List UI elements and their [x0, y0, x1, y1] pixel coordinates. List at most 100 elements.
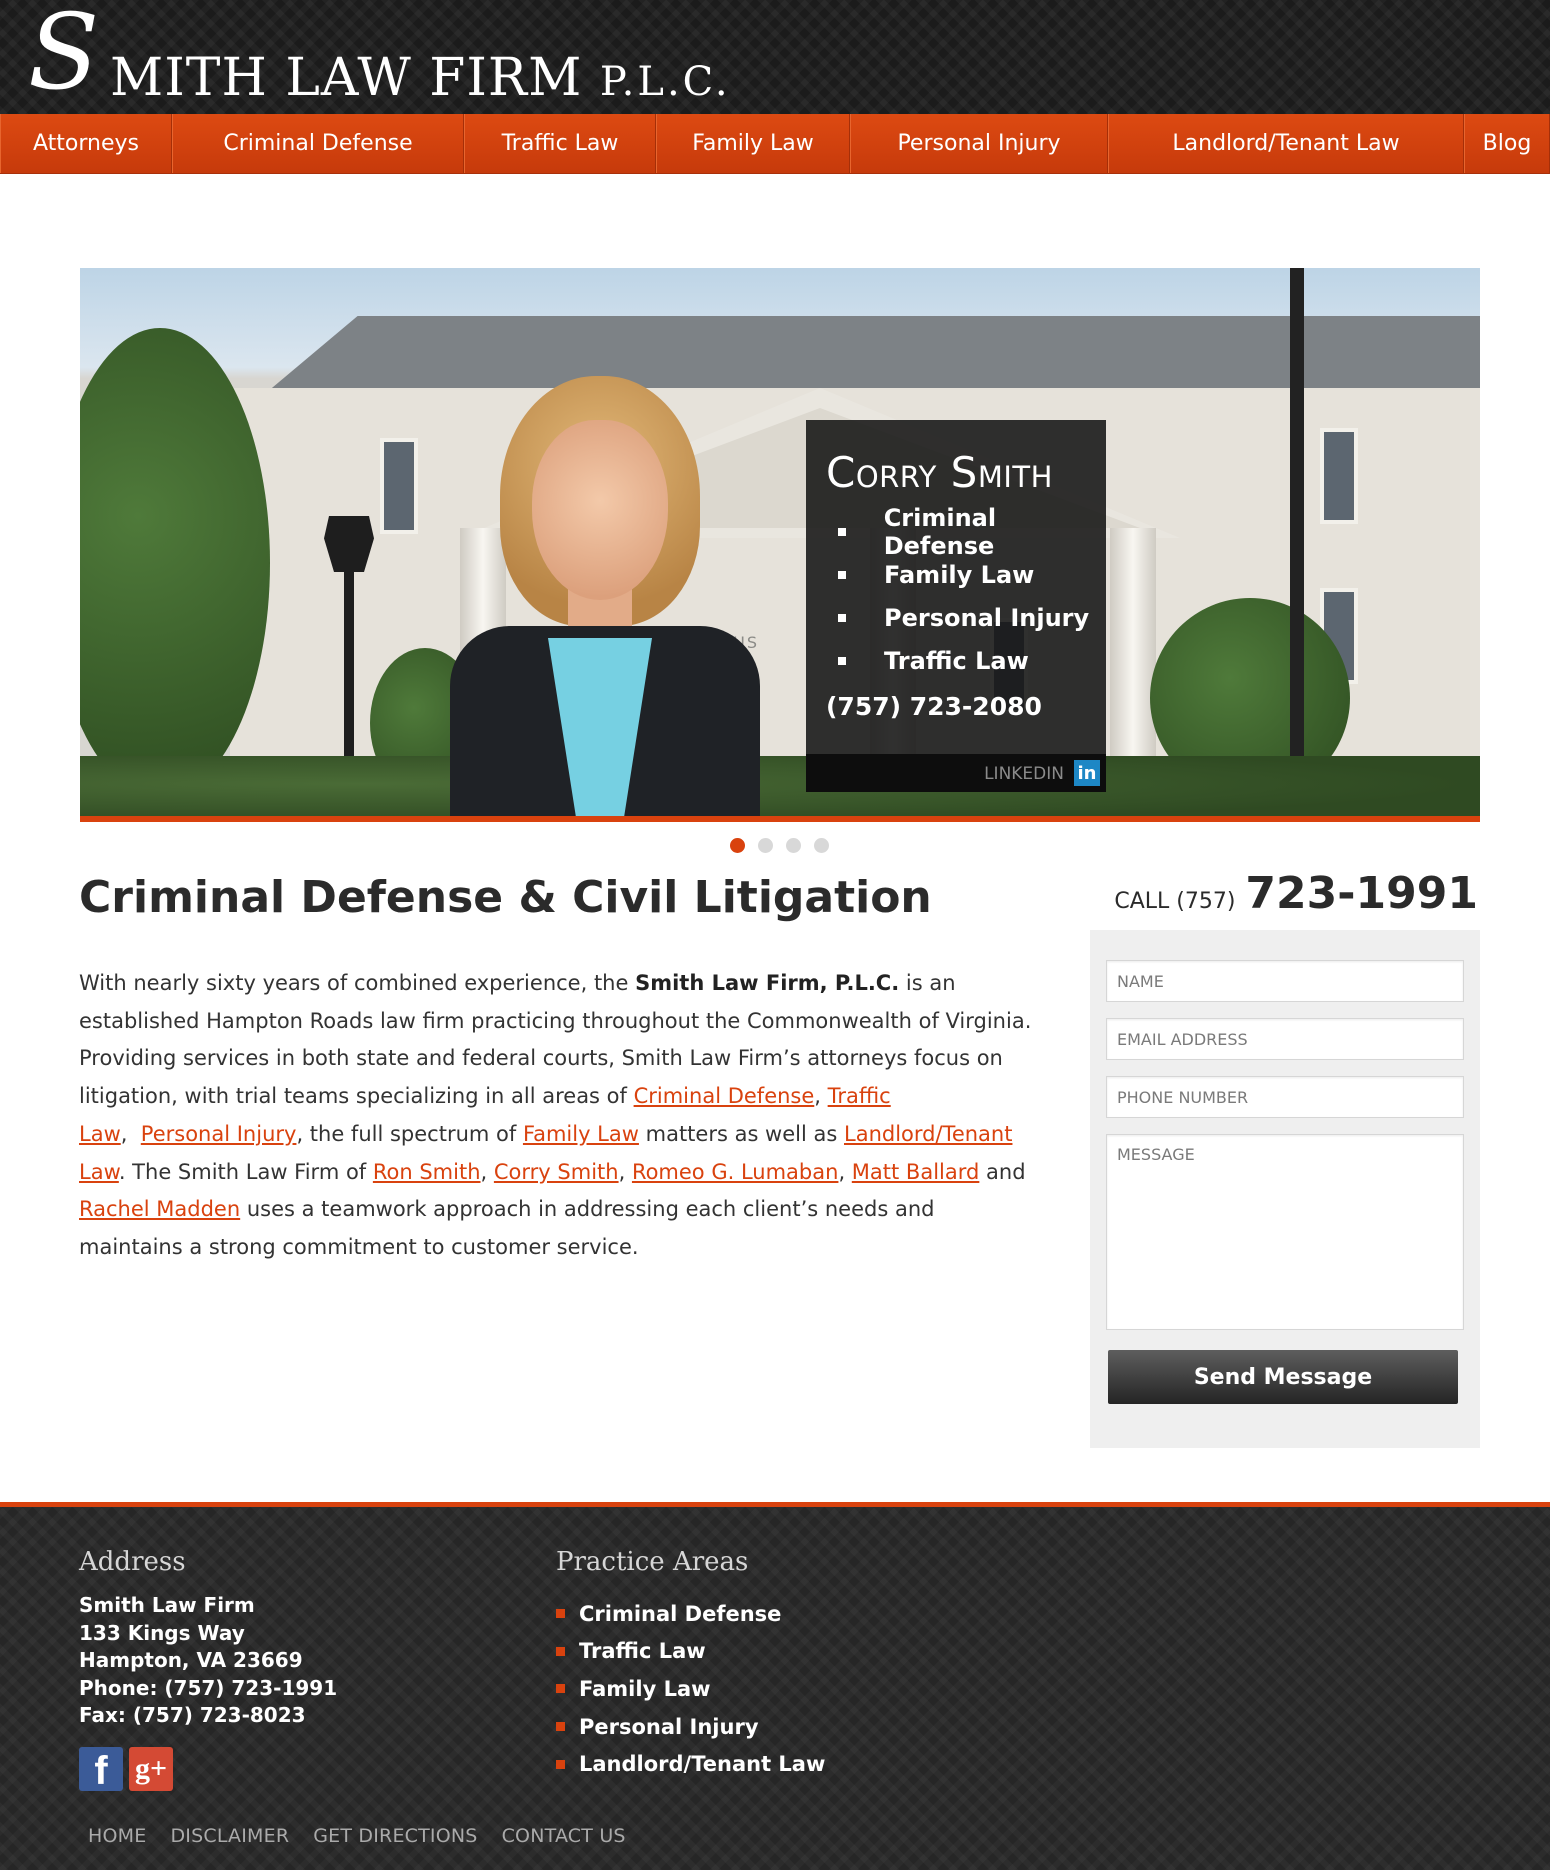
practice-label: Criminal Defense: [883, 503, 997, 560]
phone-field[interactable]: [1106, 1076, 1464, 1118]
copy-text: , the full spectrum of: [296, 1121, 523, 1146]
slider-dot[interactable]: [786, 838, 801, 853]
linkedin-icon[interactable]: in: [1074, 760, 1100, 786]
address-line: Smith Law Firm: [79, 1593, 255, 1617]
list-item: Traffic Law: [838, 639, 1106, 682]
address-line: 133 Kings Way: [79, 1620, 245, 1645]
attorney-photo: [440, 376, 770, 820]
utility-pole: [1290, 268, 1304, 820]
linkedin-label[interactable]: LINKEDIN: [984, 764, 1064, 784]
address-heading: Address: [79, 1547, 186, 1577]
slider-dots: [730, 838, 829, 853]
name-field[interactable]: [1106, 960, 1464, 1002]
practice-area-link[interactable]: Family Law: [579, 1677, 711, 1701]
footer-link-get-directions[interactable]: GET DIRECTIONS: [313, 1825, 477, 1847]
nav-item-traffic-law[interactable]: Traffic Law: [464, 114, 656, 173]
google-plus-icon[interactable]: g+: [129, 1747, 173, 1791]
slider-dot[interactable]: [814, 838, 829, 853]
address-line: Hampton, VA 23669: [79, 1648, 303, 1672]
nav-label: Landlord/Tenant Law: [1172, 131, 1400, 156]
footer-link-contact-us[interactable]: CONTACT US: [502, 1825, 626, 1847]
attorney-phone[interactable]: (757) 723-2080: [826, 692, 1042, 721]
practice-label: Personal Injury: [884, 603, 1090, 632]
bullet-icon: [838, 613, 846, 622]
link-personal-injury[interactable]: Personal Injury: [141, 1122, 297, 1146]
main-nav: Attorneys Criminal Defense Traffic Law F…: [0, 114, 1550, 174]
bullet-icon: [838, 656, 846, 665]
nav-item-family-law[interactable]: Family Law: [656, 114, 850, 173]
nav-label: Family Law: [692, 131, 814, 156]
practice-area-link[interactable]: Personal Injury: [579, 1715, 759, 1739]
site-header: S MITH LAW FIRM P.L.C.: [0, 0, 1550, 114]
link-criminal-defense[interactable]: Criminal Defense: [634, 1084, 815, 1108]
practice-areas-list: Criminal Defense Traffic Law Family Law …: [556, 1595, 825, 1783]
site-footer: Address Smith Law Firm 133 Kings Way Ham…: [0, 1502, 1550, 1870]
hedge: [80, 756, 1480, 820]
site-logo[interactable]: S MITH LAW FIRM P.L.C.: [28, 0, 728, 108]
facebook-icon[interactable]: f: [79, 1747, 123, 1791]
practice-areas-heading: Practice Areas: [556, 1547, 749, 1577]
attorney-practice-list: Criminal Defense Family Law Personal Inj…: [838, 504, 1106, 682]
firm-name: Smith Law Firm, P.L.C.: [635, 971, 900, 995]
nav-item-personal-injury[interactable]: Personal Injury: [850, 114, 1108, 173]
copy-text: matters as well as: [638, 1121, 844, 1146]
nav-item-criminal-defense[interactable]: Criminal Defense: [172, 114, 464, 173]
practice-label: Family Law: [884, 560, 1035, 589]
link-corry-smith[interactable]: Corry Smith: [494, 1160, 619, 1184]
copy-text: . The Smith Law Firm of: [118, 1159, 373, 1184]
bullet-icon: [838, 527, 846, 536]
copy-text: and: [979, 1159, 1026, 1184]
copy-text: ,: [618, 1159, 632, 1184]
slider-dot[interactable]: [758, 838, 773, 853]
bullet-icon: [556, 1759, 565, 1769]
message-field[interactable]: [1106, 1134, 1464, 1330]
footer-nav: HOME DISCLAIMER GET DIRECTIONS CONTACT U…: [88, 1825, 626, 1847]
list-item[interactable]: Criminal Defense: [556, 1595, 825, 1633]
logo-initial: S: [28, 0, 100, 113]
call-label: CALL (757): [1114, 889, 1236, 914]
nav-item-blog[interactable]: Blog: [1464, 114, 1550, 173]
slider-dot[interactable]: [730, 838, 745, 853]
social-links: f g+: [79, 1747, 173, 1791]
call-phone[interactable]: 723-1991: [1245, 868, 1478, 919]
bullet-icon: [556, 1646, 565, 1656]
address-line: Fax: (757) 723-8023: [79, 1703, 306, 1727]
bullet-icon: [556, 1684, 565, 1694]
nav-label: Traffic Law: [501, 131, 619, 156]
footer-link-home[interactable]: HOME: [88, 1825, 146, 1847]
call-number[interactable]: CALL (757) 723-1991: [1114, 868, 1478, 919]
send-message-button[interactable]: Send Message: [1108, 1350, 1458, 1404]
list-item[interactable]: Traffic Law: [556, 1633, 825, 1671]
practice-area-link[interactable]: Landlord/Tenant Law: [579, 1752, 825, 1776]
email-field[interactable]: [1106, 1018, 1464, 1060]
copy-text: With nearly sixty years of combined expe…: [79, 971, 636, 995]
linkedin-bar[interactable]: LINKEDIN in: [806, 754, 1106, 792]
bullet-icon: [556, 1722, 565, 1732]
list-item[interactable]: Family Law: [556, 1670, 825, 1708]
building-window: [1320, 428, 1358, 524]
practice-area-link[interactable]: Traffic Law: [579, 1639, 706, 1663]
link-rachel-madden[interactable]: Rachel Madden: [79, 1197, 240, 1221]
photo-face: [532, 420, 668, 600]
bullet-icon: [838, 570, 846, 579]
contact-form: Send Message: [1090, 930, 1480, 1448]
list-item[interactable]: Personal Injury: [556, 1708, 825, 1746]
attorney-name: Corry Smith: [826, 448, 1053, 497]
practice-label: Traffic Law: [884, 646, 1029, 675]
footer-link-disclaimer[interactable]: DISCLAIMER: [170, 1825, 289, 1847]
link-matt-ballard[interactable]: Matt Ballard: [852, 1160, 980, 1184]
page-title: Criminal Defense & Civil Litigation: [79, 872, 932, 923]
attorney-info-card: Corry Smith Criminal Defense Family Law …: [806, 420, 1106, 792]
nav-label: Personal Injury: [897, 131, 1061, 156]
list-item: Criminal Defense: [838, 504, 1106, 560]
nav-label: Blog: [1482, 131, 1532, 156]
nav-item-landlord-tenant-law[interactable]: Landlord/Tenant Law: [1108, 114, 1464, 173]
logo-suffix: P.L.C.: [599, 59, 731, 105]
practice-area-link[interactable]: Criminal Defense: [579, 1602, 781, 1626]
link-family-law[interactable]: Family Law: [523, 1122, 639, 1146]
link-ron-smith[interactable]: Ron Smith: [373, 1160, 481, 1184]
link-romeo-lumaban[interactable]: Romeo G. Lumaban: [632, 1160, 839, 1184]
address-block: Smith Law Firm 133 Kings Way Hampton, VA…: [79, 1592, 337, 1730]
list-item[interactable]: Landlord/Tenant Law: [556, 1745, 825, 1783]
nav-item-attorneys[interactable]: Attorneys: [0, 114, 172, 173]
